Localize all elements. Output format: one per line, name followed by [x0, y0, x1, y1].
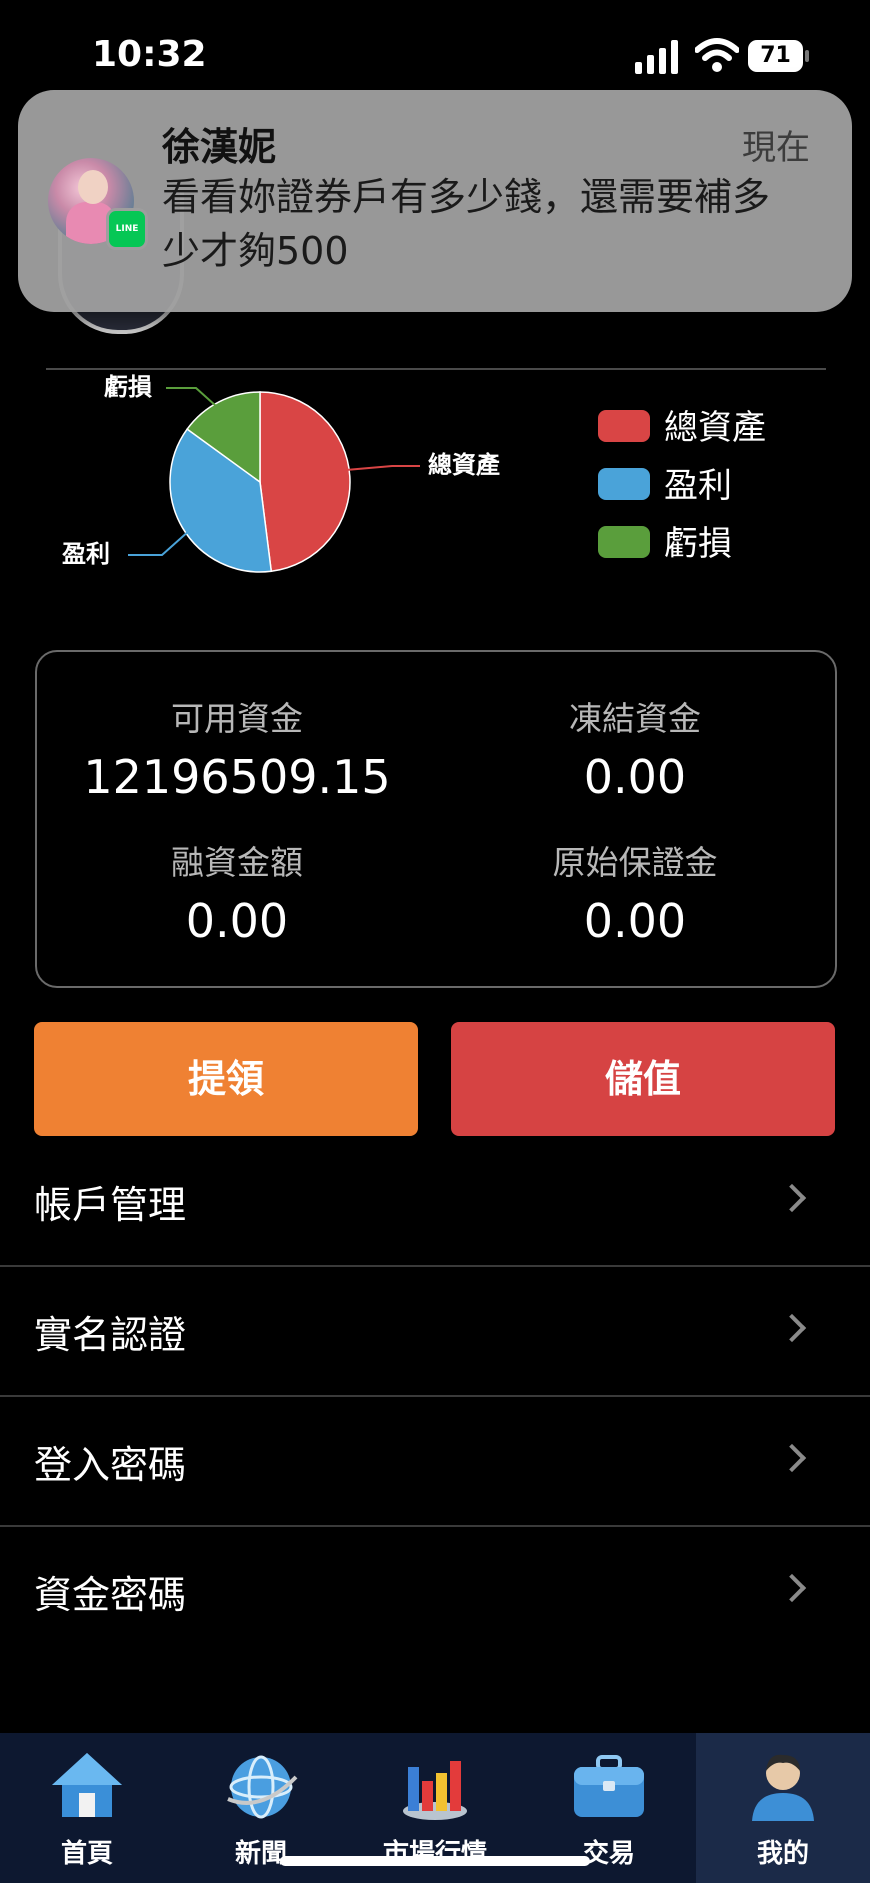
- pie-slice-0: [259, 391, 351, 573]
- available-funds: 可用資金 12196509.15: [37, 692, 437, 804]
- frozen-funds-label: 凍結資金: [569, 699, 701, 738]
- globe-icon: [227, 1755, 298, 1819]
- pie-label-profit: 盈利: [61, 540, 110, 568]
- line-notification-banner[interactable]: LINE 徐漢妮 現在 看看妳證券戶有多少錢，還需要補多少才夠500: [18, 90, 852, 312]
- pie-label-total-assets: 總資產: [428, 451, 500, 479]
- battery-icon: 71: [748, 40, 810, 72]
- chevron-right-icon: [777, 1183, 807, 1213]
- menu-label: 帳戶管理: [34, 1183, 187, 1227]
- home-icon: [52, 1753, 122, 1817]
- cellular-signal-icon: [635, 40, 678, 74]
- menu-label: 資金密碼: [34, 1573, 187, 1617]
- wifi-icon: [695, 38, 739, 72]
- menu-item-account-management[interactable]: 帳戶管理: [0, 1136, 870, 1267]
- withdraw-button[interactable]: 提領: [34, 1022, 418, 1136]
- initial-margin-label: 原始保證金: [552, 843, 718, 882]
- notification-sender: 徐漢妮: [162, 125, 277, 169]
- chevron-right-icon: [777, 1313, 807, 1343]
- chevron-right-icon: [777, 1573, 807, 1603]
- tab-label: 首頁: [60, 1839, 113, 1869]
- line-app-icon: LINE: [106, 208, 148, 250]
- pie-label-loss: 虧損: [104, 373, 152, 401]
- battery-level: 71: [748, 40, 803, 72]
- initial-margin-value: 0.00: [583, 894, 687, 948]
- status-time: 10:32: [92, 34, 207, 75]
- briefcase-icon: [574, 1755, 644, 1817]
- menu-item-fund-password[interactable]: 資金密碼: [0, 1526, 870, 1655]
- menu-item-login-password[interactable]: 登入密碼: [0, 1396, 870, 1527]
- tab-home[interactable]: 首頁: [0, 1733, 174, 1883]
- notification-time: 現在: [742, 128, 810, 168]
- menu-label: 實名認證: [34, 1313, 187, 1357]
- tab-label: 我的: [756, 1839, 809, 1869]
- funds-summary-card: 可用資金 12196509.15 凍結資金 0.00 融資金額 0.00 原始保…: [35, 650, 837, 988]
- home-indicator[interactable]: [280, 1856, 590, 1866]
- frozen-funds-value: 0.00: [583, 750, 687, 804]
- deposit-button[interactable]: 儲值: [451, 1022, 835, 1136]
- margin-loan-value: 0.00: [185, 894, 289, 948]
- margin-loan-label: 融資金額: [171, 843, 303, 882]
- notification-message: 看看妳證券戶有多少錢，還需要補多少才夠500: [162, 175, 771, 273]
- frozen-funds: 凍結資金 0.00: [435, 692, 835, 804]
- available-funds-value: 12196509.15: [83, 750, 391, 804]
- tab-profile[interactable]: 我的: [696, 1733, 870, 1883]
- menu-item-identity-verification[interactable]: 實名認證: [0, 1266, 870, 1397]
- initial-margin: 原始保證金 0.00: [435, 836, 835, 948]
- chevron-right-icon: [777, 1443, 807, 1473]
- margin-loan: 融資金額 0.00: [37, 836, 437, 948]
- available-funds-label: 可用資金: [171, 699, 303, 738]
- bar-chart-icon: [403, 1761, 467, 1820]
- menu-label: 登入密碼: [34, 1443, 187, 1487]
- user-icon: [752, 1754, 814, 1821]
